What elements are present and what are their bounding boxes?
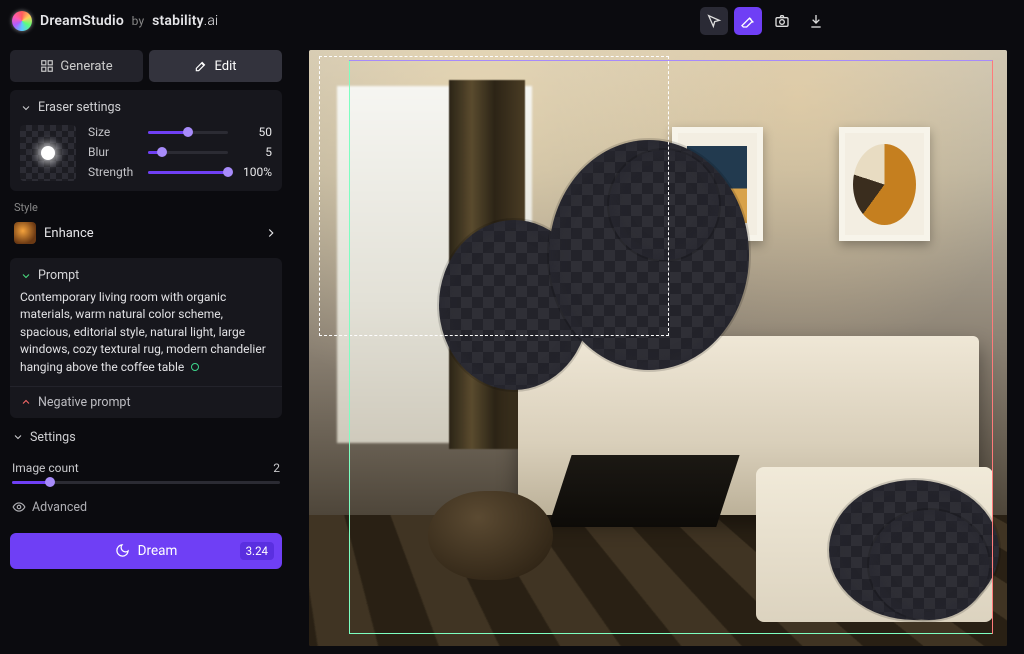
prompt-indicator-icon: [191, 363, 199, 371]
download-tool[interactable]: [802, 7, 830, 35]
eraser-settings-title: Eraser settings: [38, 100, 121, 115]
company-b: .ai: [204, 13, 219, 29]
topbar: DreamStudio by stability.ai: [0, 0, 1024, 42]
brand: DreamStudio by stability.ai: [12, 11, 218, 31]
camera-tool[interactable]: [768, 7, 796, 35]
eraser-tool[interactable]: [734, 7, 762, 35]
size-value: 50: [236, 125, 272, 139]
strength-value: 100%: [236, 165, 272, 179]
generate-mode-label: Generate: [60, 59, 112, 74]
chevron-down-icon: [20, 270, 32, 282]
blur-value: 5: [236, 145, 272, 159]
image-count-section: Image count 2: [10, 457, 282, 488]
style-label: Style: [14, 201, 278, 214]
generate-mode-button[interactable]: Generate: [10, 50, 143, 82]
strength-slider[interactable]: [148, 171, 228, 174]
eraser-settings-header[interactable]: Eraser settings: [20, 100, 272, 115]
size-slider[interactable]: [148, 131, 228, 134]
negative-prompt-title: Negative prompt: [38, 395, 131, 410]
prompt-header[interactable]: Prompt: [20, 268, 272, 283]
prompt-textarea[interactable]: Contemporary living room with organic ma…: [20, 289, 272, 376]
company-a: stability: [152, 13, 204, 29]
chevron-down-icon: [20, 102, 32, 114]
chevron-right-icon: [20, 396, 32, 408]
style-swatch-icon: [14, 222, 36, 244]
dream-cost-badge: 3.24: [240, 542, 274, 560]
edit-mode-button[interactable]: Edit: [149, 50, 282, 82]
mode-bar: Generate Edit: [10, 50, 282, 82]
dream-button[interactable]: Dream 3.24: [10, 533, 282, 569]
prompt-text-content: Contemporary living room with organic ma…: [20, 290, 266, 374]
prompt-group: Prompt Contemporary living room with org…: [10, 258, 282, 418]
erased-region: [869, 510, 989, 620]
eraser-settings-panel: Eraser settings Size: [10, 90, 282, 191]
prompt-panel: Prompt Contemporary living room with org…: [10, 258, 282, 386]
advanced-toggle[interactable]: Advanced: [10, 496, 282, 519]
eraser-preview: [20, 125, 76, 181]
edit-mode-label: Edit: [214, 59, 236, 74]
settings-header[interactable]: Settings: [10, 426, 282, 449]
moon-icon: [115, 543, 130, 558]
advanced-label: Advanced: [32, 500, 87, 515]
size-label: Size: [88, 125, 140, 139]
brand-by: by: [132, 14, 145, 28]
blur-slider[interactable]: [148, 151, 228, 154]
canvas[interactable]: [309, 50, 1007, 646]
select-tool[interactable]: [700, 7, 728, 35]
dream-label: Dream: [138, 543, 178, 559]
style-selector[interactable]: Enhance: [14, 218, 278, 248]
chevron-down-icon: [12, 431, 24, 443]
image-count-value: 2: [273, 461, 280, 475]
sidebar: Generate Edit Eraser settings: [0, 42, 292, 654]
image-count-label: Image count: [12, 461, 79, 475]
erased-region: [609, 150, 719, 260]
negative-prompt-header[interactable]: Negative prompt: [10, 386, 282, 418]
strength-label: Strength: [88, 165, 140, 179]
brand-text: DreamStudio by stability.ai: [40, 13, 218, 29]
chevron-right-icon: [264, 226, 278, 240]
style-name: Enhance: [44, 226, 256, 241]
canvas-tools: [700, 7, 830, 35]
prompt-title: Prompt: [38, 268, 79, 283]
image-count-slider[interactable]: [12, 481, 280, 484]
canvas-area: [292, 42, 1024, 654]
style-section: Style Enhance: [10, 199, 282, 250]
settings-title: Settings: [30, 430, 76, 445]
app-name: DreamStudio: [40, 13, 124, 29]
eye-icon: [12, 500, 26, 514]
blur-label: Blur: [88, 145, 140, 159]
logo-icon: [12, 11, 32, 31]
